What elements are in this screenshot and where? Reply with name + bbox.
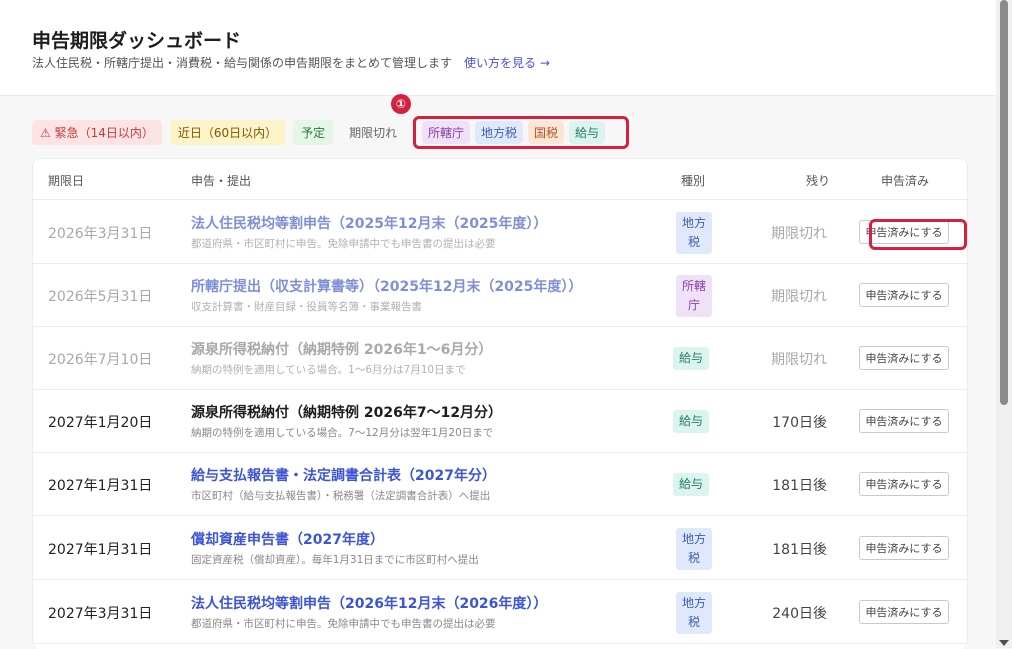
table-row: 2027年1月31日 償却資産申告書（2027年度） 固定資産税（償却資産）。毎… — [33, 516, 967, 580]
kind-tag: 地方税 — [676, 592, 712, 634]
row-description: 固定資産税（償却資産）。毎年1月31日までに市区町村へ提出 — [191, 554, 479, 566]
header-date: 期限日 — [48, 174, 85, 188]
row-date: 2027年1月31日 — [48, 542, 153, 558]
table-row: 2027年3月31日 法人住民税均等割申告（2026年12月末（2026年度））… — [33, 580, 967, 644]
row-title[interactable]: 給与支払報告書・法定調書合計表（2027年分） — [191, 465, 496, 485]
row-remaining: 181日後 — [772, 542, 827, 558]
category-filter-group: 所轄庁 地方税 国税 給与 — [413, 116, 629, 149]
table-row: 2026年7月10日 源泉所得税納付（納期特例 2026年1〜6月分） 納期の特… — [33, 327, 967, 390]
header-remaining: 残り — [806, 174, 831, 188]
row-date: 2027年3月31日 — [48, 606, 153, 622]
kind-tag: 給与 — [673, 347, 710, 370]
table-row: 2026年3月31日 法人住民税均等割申告（2025年12月末（2025年度））… — [33, 200, 967, 264]
row-remaining: 期限切れ — [771, 352, 827, 368]
legend-planned: 予定 — [293, 119, 334, 145]
row-description: 都道府県・市区町村に申告。免除申請中でも申告書の提出は必要 — [191, 238, 496, 250]
table-row: 2027年1月31日 給与支払報告書・法定調書合計表（2027年分） 市区町村（… — [33, 453, 967, 516]
row-description: 市区町村（給与支払報告書）・税務署（法定調書合計表）へ提出 — [191, 490, 491, 502]
scroll-down-arrow-icon[interactable] — [999, 640, 1009, 646]
kind-tag: 給与 — [673, 473, 710, 496]
table-header: 期限日 申告・提出 種別 残り 申告済み — [33, 159, 967, 200]
row-remaining: 240日後 — [772, 606, 827, 622]
row-title: 源泉所得税納付（納期特例 2026年1〜6月分） — [191, 342, 493, 358]
annotation-highlight-filed-button — [869, 219, 967, 250]
row-date: 2027年1月31日 — [48, 478, 153, 494]
scrollbar-thumb[interactable] — [1000, 0, 1008, 405]
header-filed: 申告済み — [881, 174, 930, 188]
legend-expired: 期限切れ — [349, 125, 398, 140]
annotation-marker-1: ① — [391, 94, 411, 114]
mark-filed-button[interactable]: 申告済みにする — [859, 536, 949, 560]
vertical-scrollbar[interactable] — [996, 0, 1012, 648]
legend-near: 近日（60日以内） — [169, 119, 286, 145]
row-title[interactable]: 法人住民税均等割申告（2025年12月末（2025年度）） — [191, 213, 547, 233]
filter-shokancho[interactable]: 所轄庁 — [422, 121, 471, 144]
row-remaining: 期限切れ — [771, 289, 827, 305]
kind-tag: 給与 — [673, 410, 710, 433]
kind-tag: 所轄庁 — [676, 275, 712, 317]
row-description: 収支計算書・財産目録・役員等名簿・事業報告書 — [191, 301, 422, 313]
row-date: 2026年3月31日 — [48, 226, 153, 242]
page-subtitle: 法人住民税・所轄庁提出・消費税・給与関係の申告期限をまとめて管理します 使い方を見… — [32, 54, 550, 71]
filter-chihozei[interactable]: 地方税 — [475, 121, 524, 144]
row-remaining: 期限切れ — [771, 226, 827, 242]
deadline-table: 期限日 申告・提出 種別 残り 申告済み 2026年3月31日 法人住民税均等割… — [32, 158, 968, 649]
row-title[interactable]: 償却資産申告書（2027年度） — [191, 529, 384, 549]
row-description: 納期の特例を適用している場合。1〜6月分は7月10日まで — [191, 364, 466, 376]
row-date: 2026年5月31日 — [48, 289, 153, 305]
filter-kokuzei[interactable]: 国税 — [528, 121, 565, 144]
mark-filed-button[interactable]: 申告済みにする — [859, 346, 949, 370]
page-header: 申告期限ダッシュボード 法人住民税・所轄庁提出・消費税・給与関係の申告期限をまと… — [0, 0, 996, 96]
header-kind: 種別 — [681, 174, 706, 188]
row-date: 2027年1月20日 — [48, 415, 153, 431]
row-remaining: 181日後 — [772, 478, 827, 494]
legend-urgent: ⚠ 緊急（14日以内） — [32, 119, 162, 145]
kind-tag: 地方税 — [676, 528, 712, 570]
row-title: 源泉所得税納付（納期特例 2026年7〜12月分） — [191, 405, 503, 421]
legend-row: ⚠ 緊急（14日以内） 近日（60日以内） 予定 期限切れ — [32, 119, 413, 145]
row-description: 納期の特例を適用している場合。7〜12月分は翌年1月20日まで — [191, 427, 494, 439]
howto-link[interactable]: 使い方を見る → — [464, 56, 550, 70]
header-item: 申告・提出 — [191, 174, 252, 188]
row-title[interactable]: 所轄庁提出（収支計算書等）（2025年12月末（2025年度）） — [191, 276, 582, 296]
row-remaining: 170日後 — [772, 415, 827, 431]
page-title: 申告期限ダッシュボード — [32, 30, 242, 52]
mark-filed-button[interactable]: 申告済みにする — [859, 283, 949, 307]
mark-filed-button[interactable]: 申告済みにする — [859, 472, 949, 496]
subtitle-text: 法人住民税・所轄庁提出・消費税・給与関係の申告期限をまとめて管理します — [32, 56, 453, 70]
table-row: 2027年1月20日 源泉所得税納付（納期特例 2026年7〜12月分） 納期の… — [33, 390, 967, 453]
row-title[interactable]: 法人住民税均等割申告（2026年12月末（2026年度）） — [191, 593, 547, 613]
row-description: 都道府県・市区町村に申告。免除申請中でも申告書の提出は必要 — [191, 618, 496, 630]
table-row: 2026年5月31日 所轄庁提出（収支計算書等）（2025年12月末（2025年… — [33, 264, 967, 327]
mark-filed-button[interactable]: 申告済みにする — [859, 409, 949, 433]
row-date: 2026年7月10日 — [48, 352, 153, 368]
kind-tag: 地方税 — [676, 212, 712, 254]
filter-kyuyo[interactable]: 給与 — [569, 121, 606, 144]
mark-filed-button[interactable]: 申告済みにする — [859, 600, 949, 624]
